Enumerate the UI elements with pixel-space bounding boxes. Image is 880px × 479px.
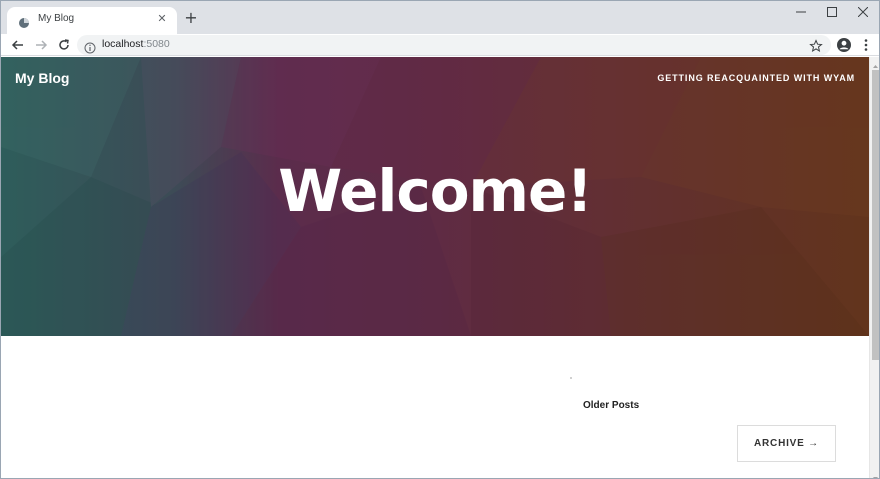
older-posts-heading: Older Posts	[583, 400, 640, 411]
tab-strip: My Blog ✕ +	[1, 1, 879, 34]
url-host: localhost	[102, 38, 144, 50]
browser-toolbar: localhost:5080	[1, 34, 879, 56]
divider-dot	[570, 377, 572, 379]
vertical-scrollbar[interactable]	[869, 57, 879, 478]
close-icon[interactable]: ✕	[155, 12, 169, 26]
menu-dots-icon[interactable]	[859, 37, 873, 53]
reload-icon[interactable]	[55, 36, 73, 54]
nav-link-wyam-post[interactable]: GETTING REACQUAINTED WITH WYAM	[657, 73, 855, 83]
archive-button[interactable]: ARCHIVE →	[737, 425, 836, 462]
url-port: :5080	[143, 38, 170, 50]
profile-icon[interactable]	[836, 37, 852, 53]
tab-my-blog[interactable]: My Blog ✕	[7, 7, 177, 34]
hero-title: Welcome!	[278, 157, 593, 225]
browser-window: My Blog ✕ + localhost:5080 My Blog GETTI…	[0, 0, 880, 479]
forward-arrow-icon[interactable]	[32, 36, 50, 54]
tab-title: My Blog	[38, 13, 75, 24]
scroll-up-arrow-icon[interactable]	[870, 57, 879, 68]
back-arrow-icon[interactable]	[9, 36, 27, 54]
url-text: localhost:5080	[102, 38, 170, 50]
hero-banner: My Blog GETTING REACQUAINTED WITH WYAM W…	[1, 57, 869, 336]
plus-icon[interactable]: +	[182, 9, 200, 27]
scrollbar-thumb[interactable]	[872, 70, 879, 360]
info-icon[interactable]	[84, 39, 96, 54]
star-icon[interactable]	[809, 38, 823, 53]
address-bar[interactable]: localhost:5080	[77, 35, 831, 55]
maximize-icon[interactable]	[816, 1, 849, 25]
window-close-icon[interactable]	[847, 1, 879, 25]
page-viewport: My Blog GETTING REACQUAINTED WITH WYAM W…	[1, 57, 869, 478]
site-brand-link[interactable]: My Blog	[15, 70, 69, 86]
minimize-icon[interactable]	[785, 1, 818, 25]
favicon-icon	[18, 14, 30, 28]
scroll-down-arrow-icon[interactable]	[870, 469, 879, 478]
